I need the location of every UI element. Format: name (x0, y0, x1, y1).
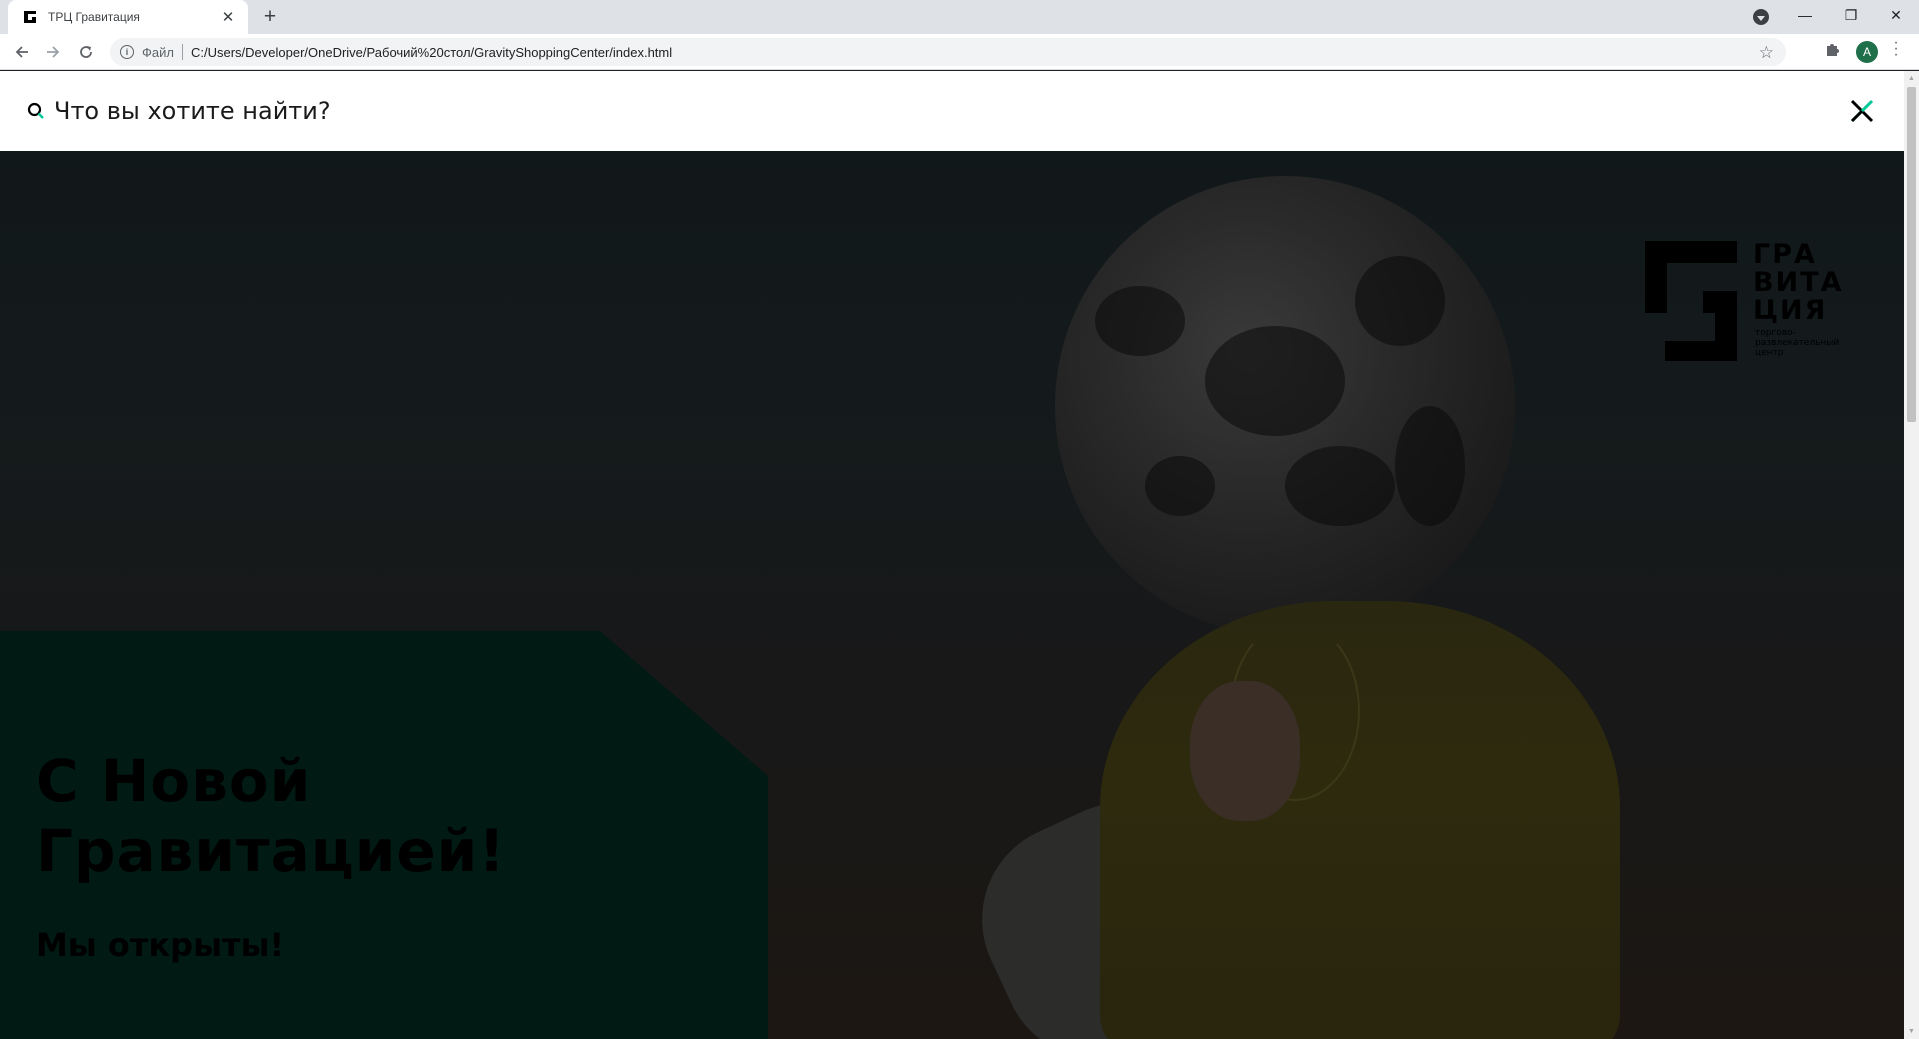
logo-mark-icon (1645, 241, 1737, 361)
logo-line1: ГРА (1753, 239, 1817, 270)
bookmark-star-icon[interactable]: ☆ (1759, 43, 1774, 63)
search-overlay (0, 71, 1904, 151)
minimize-button[interactable]: — (1782, 0, 1828, 30)
forward-arrow-icon[interactable] (41, 40, 65, 64)
gravity-favicon-icon (24, 11, 36, 23)
page-scrollbar[interactable]: ▲ ▼ (1904, 71, 1919, 1039)
gravity-logo[interactable]: ГРА ВИТА ЦИЯ торгово- развлекательный це… (1645, 241, 1855, 366)
page-viewport: С Новой Гравитацией! Мы открыты! ГРА ВИТ… (0, 71, 1904, 1039)
search-input[interactable] (54, 93, 1554, 129)
logo-line3: ЦИЯ (1753, 295, 1828, 326)
close-search-icon[interactable] (1849, 98, 1875, 124)
logo-tagline1: торгово- (1755, 328, 1796, 338)
browser-toolbar: i Файл C:/Users/Developer/OneDrive/Рабоч… (0, 34, 1919, 70)
browser-tab-active[interactable]: ТРЦ Гравитация ✕ (8, 0, 248, 34)
hero-title-line2: Гравитацией! (36, 817, 506, 885)
info-icon[interactable]: i (120, 45, 134, 59)
extensions-puzzle-icon[interactable] (1824, 40, 1842, 58)
scroll-down-icon[interactable]: ▼ (1907, 1027, 1916, 1036)
url-text[interactable]: C:/Users/Developer/OneDrive/Рабочий%20ст… (191, 45, 672, 60)
hero-subtitle: Мы открыты! (36, 926, 285, 964)
search-icon[interactable] (27, 102, 46, 121)
figure-hand-image (1190, 681, 1300, 821)
hero-banner: С Новой Гравитацией! Мы открыты! ГРА ВИТ… (0, 151, 1904, 1039)
profile-avatar[interactable]: A (1856, 41, 1878, 63)
logo-tagline3: центр (1755, 348, 1784, 358)
scroll-thumb[interactable] (1907, 87, 1916, 422)
tab-search-icon[interactable] (1753, 9, 1769, 25)
tab-close-icon[interactable]: ✕ (218, 7, 238, 27)
hero-title-line1: С Новой (36, 747, 312, 815)
omnibox-divider (181, 44, 183, 60)
browser-menu-icon[interactable]: · · · (1893, 35, 1899, 63)
tab-strip: ТРЦ Гравитация ✕ + — ❐ ✕ (0, 0, 1919, 34)
close-window-button[interactable]: ✕ (1873, 0, 1919, 30)
restore-button[interactable]: ❐ (1828, 0, 1874, 30)
browser-window: ТРЦ Гравитация ✕ + — ❐ ✕ i Файл C:/Users… (0, 0, 1919, 1039)
scheme-label: Файл (142, 44, 174, 60)
back-arrow-icon[interactable] (10, 40, 34, 64)
logo-line2: ВИТА (1753, 267, 1844, 298)
moon-image (1055, 176, 1515, 636)
figure-raincoat-image (1100, 601, 1620, 1039)
address-bar[interactable]: i Файл C:/Users/Developer/OneDrive/Рабоч… (110, 38, 1786, 66)
new-tab-button[interactable]: + (259, 5, 281, 28)
hero-title: С Новой Гравитацией! (36, 746, 736, 886)
reload-icon[interactable] (74, 40, 98, 64)
logo-tagline2: развлекательный (1755, 338, 1840, 348)
scroll-up-icon[interactable]: ▲ (1907, 74, 1916, 83)
tab-title: ТРЦ Гравитация (48, 10, 140, 24)
